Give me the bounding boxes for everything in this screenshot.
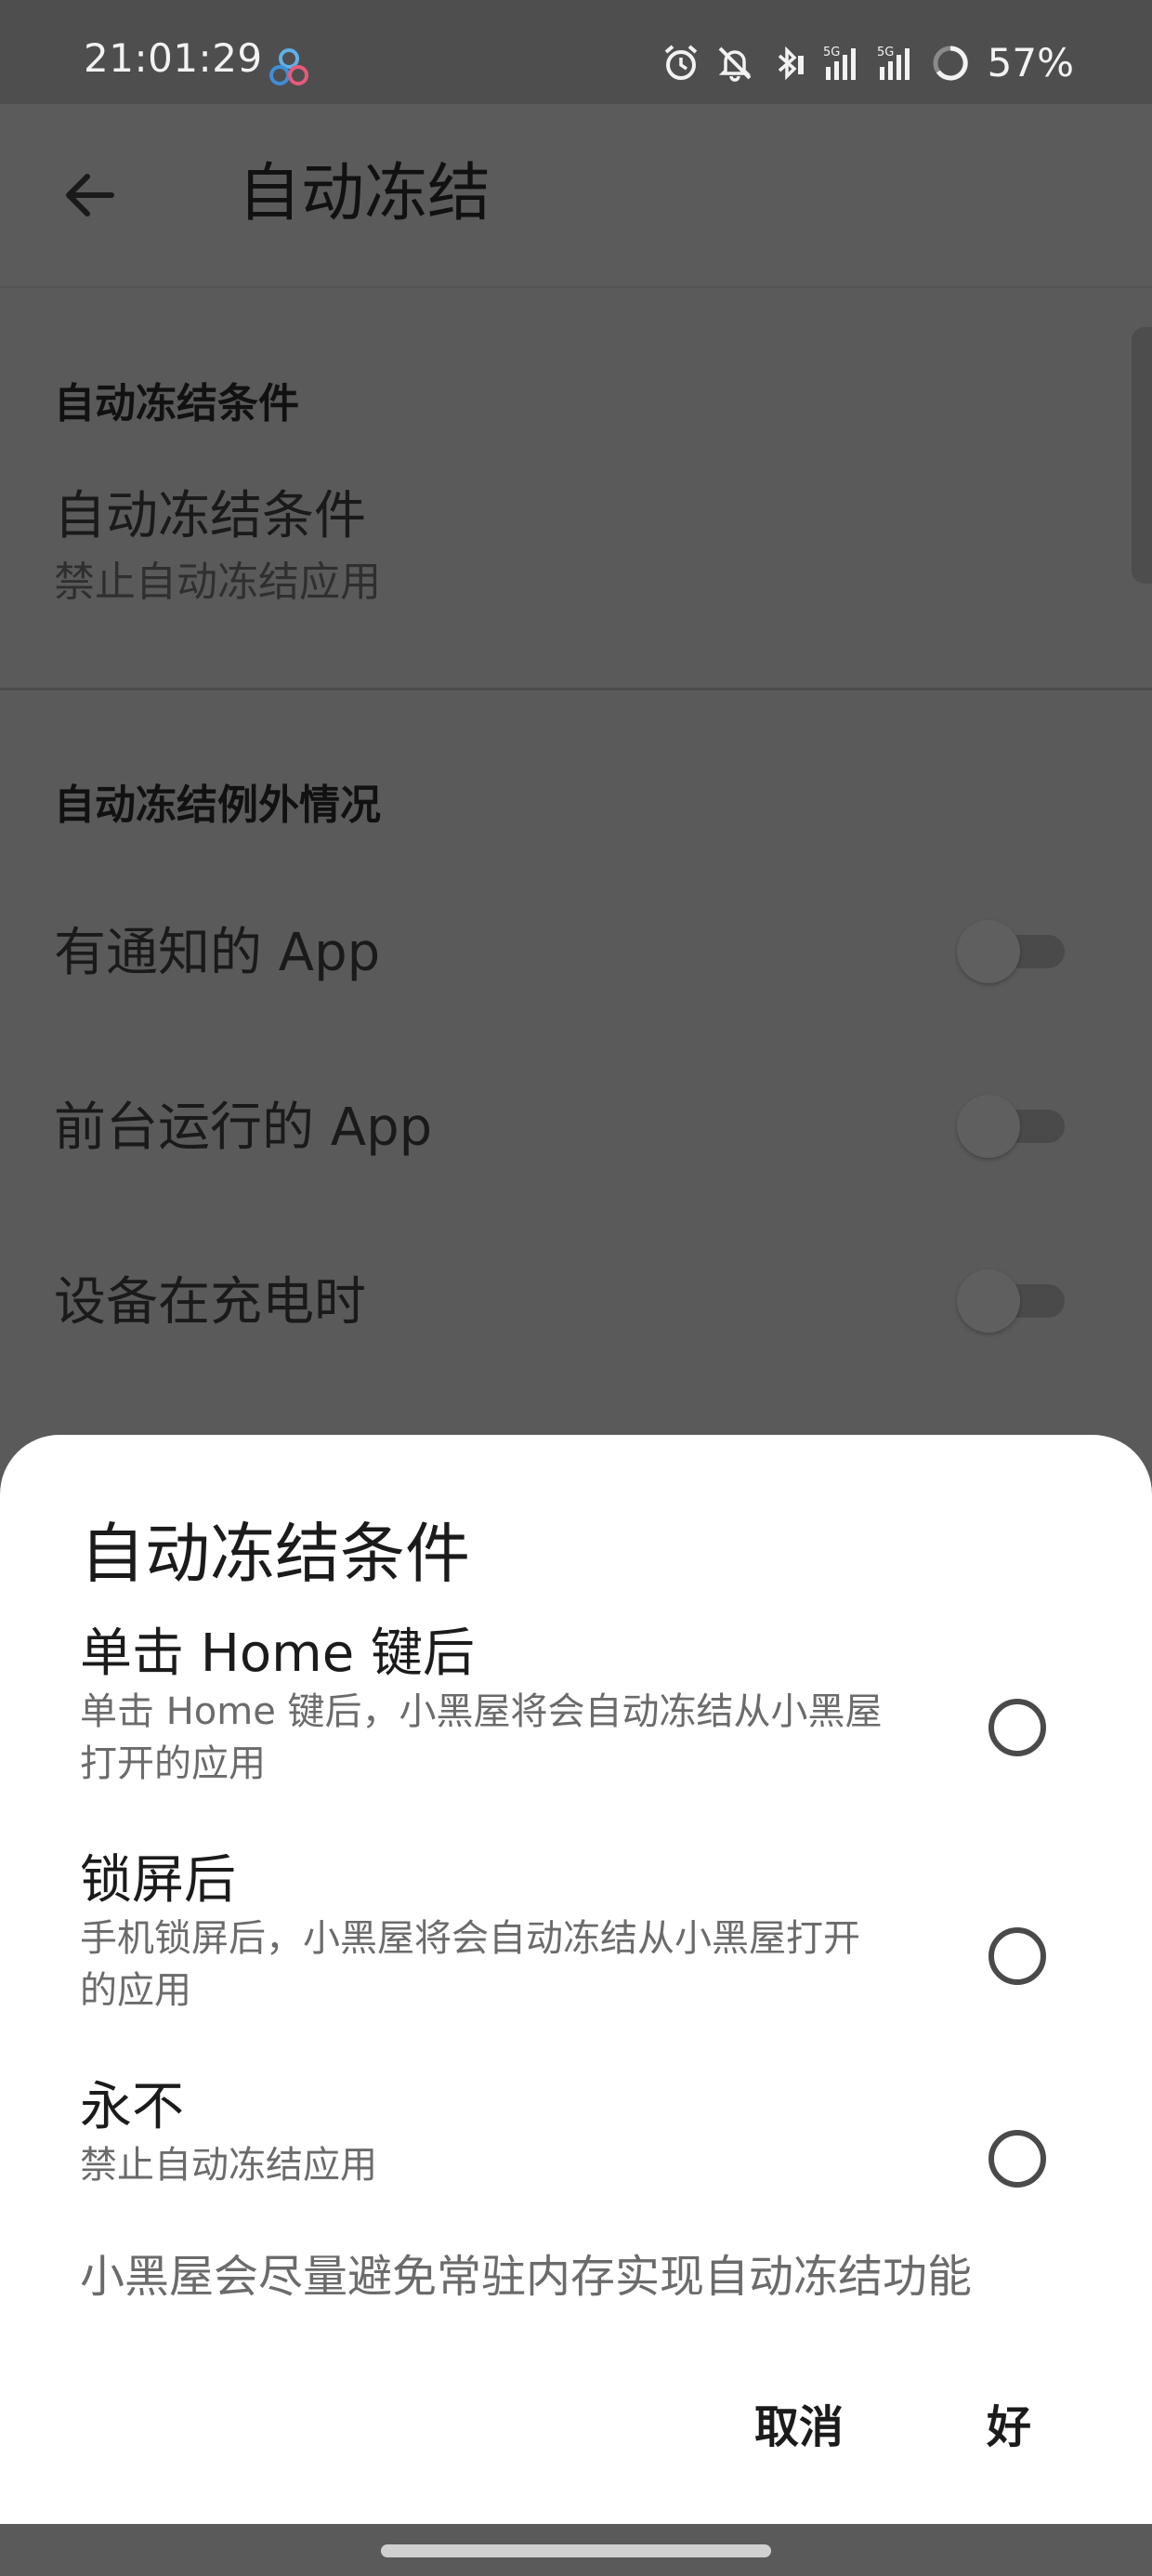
pref-title: 自动冻结条件 bbox=[54, 486, 366, 546]
option-description: 禁止自动冻结应用 bbox=[80, 2139, 916, 2191]
radio-button[interactable] bbox=[988, 2130, 1046, 2188]
page-title: 自动冻结 bbox=[238, 157, 491, 230]
app-bar: 自动冻结 bbox=[0, 104, 1152, 288]
toggle-thumb bbox=[957, 920, 1020, 983]
pref-summary: 禁止自动冻结应用 bbox=[54, 559, 381, 606]
svg-text:5G: 5G bbox=[823, 46, 840, 59]
option-title: 单击 Home 键后 bbox=[80, 1623, 475, 1684]
cancel-button[interactable]: 取消 bbox=[754, 2390, 844, 2455]
bluetooth-icon bbox=[778, 46, 804, 81]
option-description-line: 的应用 bbox=[80, 1969, 191, 2012]
navigation-bar bbox=[0, 2524, 1152, 2576]
status-bar: 21:01:29 5G 5G 57% bbox=[0, 0, 1152, 104]
option-description-line: 禁止自动冻结应用 bbox=[80, 2144, 377, 2187]
dialog-title: 自动冻结条件 bbox=[80, 1516, 470, 1592]
signal-5g-icon: 5G bbox=[823, 46, 856, 80]
radio-button[interactable] bbox=[988, 1699, 1046, 1756]
battery-ring-icon bbox=[933, 46, 968, 81]
toggle-switch[interactable] bbox=[957, 1266, 1065, 1334]
status-time: 21:01:29 bbox=[84, 35, 263, 81]
option-description-line: 单击 Home 键后，小黑屋将会自动冻结从小黑屋 bbox=[80, 1690, 883, 1733]
option-title: 锁屏后 bbox=[80, 1850, 236, 1911]
back-button[interactable] bbox=[50, 156, 128, 234]
radio-button[interactable] bbox=[988, 1927, 1046, 1985]
toggle-thumb bbox=[957, 1269, 1020, 1333]
alarm-icon bbox=[664, 45, 697, 80]
arrow-left-icon bbox=[66, 174, 114, 217]
dialog-note: 小黑屋会尽量避免常驻内存实现自动冻结功能 bbox=[80, 2251, 973, 2303]
pref-freeze-condition[interactable]: 自动冻结条件 禁止自动冻结应用 bbox=[0, 474, 1152, 641]
option-description: 手机锁屏后，小黑屋将会自动冻结从小黑屋打开 的应用 bbox=[80, 1912, 916, 2017]
mute-icon bbox=[718, 46, 752, 82]
pref-exception-foreground[interactable]: 前台运行的 App bbox=[0, 1076, 1152, 1178]
freeze-condition-dialog: 自动冻结条件 单击 Home 键后 单击 Home 键后，小黑屋将会自动冻结从小… bbox=[0, 1435, 1152, 2524]
pref-title: 前台运行的 App bbox=[54, 1097, 433, 1158]
option-description-line: 打开的应用 bbox=[80, 1742, 266, 1785]
pref-title: 有通知的 App bbox=[54, 923, 381, 983]
toggle-thumb bbox=[957, 1095, 1020, 1158]
signal-5g-icon: 5G bbox=[877, 46, 910, 80]
pref-title: 设备在充电时 bbox=[54, 1272, 366, 1333]
option-description-line: 手机锁屏后，小黑屋将会自动冻结从小黑屋打开 bbox=[80, 1917, 860, 1960]
pref-exception-notification[interactable]: 有通知的 App bbox=[0, 901, 1152, 1004]
option-description: 单击 Home 键后，小黑屋将会自动冻结从小黑屋 打开的应用 bbox=[80, 1686, 916, 1790]
toggle-switch[interactable] bbox=[957, 1091, 1065, 1160]
option-title: 永不 bbox=[80, 2077, 184, 2137]
battery-percent: 57% bbox=[987, 40, 1074, 85]
option-never[interactable]: 永不 禁止自动冻结应用 bbox=[0, 2065, 1152, 2204]
status-icons: 5G 5G 57% bbox=[661, 41, 1074, 85]
section-header-exceptions: 自动冻结例外情况 bbox=[54, 782, 381, 829]
option-home-key[interactable]: 单击 Home 键后 单击 Home 键后，小黑屋将会自动冻结从小黑屋 打开的应… bbox=[0, 1611, 1152, 1807]
app-notification-icon bbox=[269, 48, 308, 85]
divider bbox=[0, 688, 1152, 690]
option-screen-lock[interactable]: 锁屏后 手机锁屏后，小黑屋将会自动冻结从小黑屋打开 的应用 bbox=[0, 1838, 1152, 2033]
svg-text:5G: 5G bbox=[877, 46, 894, 59]
toggle-switch[interactable] bbox=[957, 916, 1065, 985]
ok-button[interactable]: 好 bbox=[987, 2390, 1031, 2455]
section-header-conditions: 自动冻结条件 bbox=[54, 380, 299, 427]
pref-exception-charging[interactable]: 设备在充电时 bbox=[0, 1251, 1152, 1353]
gesture-handle[interactable] bbox=[381, 2544, 771, 2557]
